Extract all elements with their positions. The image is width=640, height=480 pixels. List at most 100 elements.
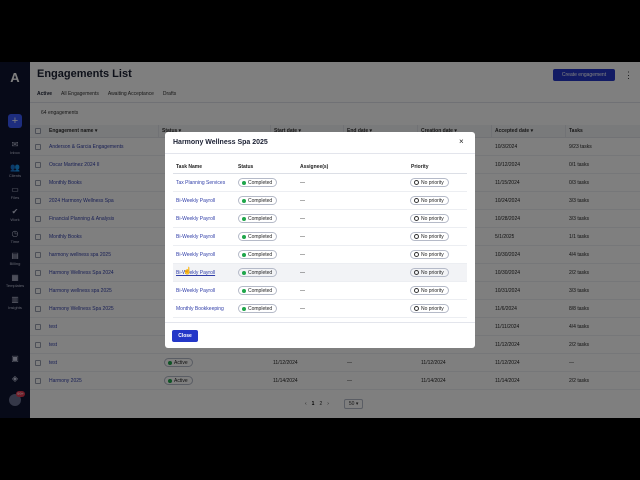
priority-label: No priority (421, 288, 444, 295)
status-label: Completed (248, 252, 273, 259)
task-assignee[interactable]: — (300, 282, 305, 300)
completed-dot-icon (242, 306, 246, 311)
status-badge[interactable]: Completed (238, 286, 278, 296)
clock-icon (414, 288, 419, 294)
status-label: Completed (248, 234, 273, 241)
task-priority: No priority (410, 192, 449, 210)
clock-icon (414, 180, 419, 186)
task-status: Completed (238, 228, 278, 246)
completed-dot-icon (242, 270, 246, 275)
status-badge[interactable]: Completed (238, 214, 278, 224)
task-assignee[interactable]: — (300, 264, 305, 282)
task-priority: No priority (410, 282, 449, 300)
priority-badge[interactable]: No priority (410, 250, 449, 260)
completed-dot-icon (242, 198, 246, 203)
priority-badge[interactable]: No priority (410, 196, 449, 206)
modal-footer-divider (165, 322, 475, 323)
mouse-pointer-icon: ☝ (183, 268, 192, 275)
close-button[interactable]: Close (172, 330, 198, 342)
priority-label: No priority (421, 270, 444, 277)
task-row[interactable]: Bi-Weekly Payroll Completed — No priority (173, 264, 467, 282)
task-assignee[interactable]: — (300, 246, 305, 264)
clock-icon (414, 216, 419, 222)
status-label: Completed (248, 270, 273, 277)
task-priority: No priority (410, 300, 449, 318)
task-priority: No priority (410, 246, 449, 264)
task-name-link[interactable]: Monthly Bookkeeping (176, 300, 224, 318)
modal-column-status: Status (238, 164, 254, 170)
priority-label: No priority (421, 198, 444, 205)
completed-dot-icon (242, 216, 246, 221)
task-status: Completed (238, 174, 278, 192)
app-window: A + ✉ Inbox 👥 Clients ▭ Files ✔ Work ◷ T… (0, 62, 640, 418)
task-row[interactable]: Monthly Bookkeeping Completed — No priority (173, 300, 467, 318)
status-label: Completed (248, 180, 273, 187)
status-badge[interactable]: Completed (238, 268, 278, 278)
modal-column-assignees: Assignee(s) (300, 164, 329, 170)
priority-badge[interactable]: No priority (410, 232, 449, 242)
modal-title: Harmony Wellness Spa 2025 (173, 139, 268, 146)
completed-dot-icon (242, 252, 246, 257)
status-label: Completed (248, 306, 273, 313)
task-priority: No priority (410, 210, 449, 228)
priority-badge[interactable]: No priority (410, 214, 449, 224)
task-status: Completed (238, 246, 278, 264)
task-row[interactable]: Tax Planning Services Completed — No priori… (173, 174, 467, 192)
priority-badge[interactable]: No priority (410, 286, 449, 296)
modal-column-task-name: Task Name (176, 164, 203, 170)
task-name-link[interactable]: Bi-Weekly Payroll (176, 228, 215, 246)
completed-dot-icon (242, 234, 246, 239)
task-priority: No priority (410, 174, 449, 192)
task-assignee[interactable]: — (300, 174, 305, 192)
task-priority: No priority (410, 228, 449, 246)
priority-badge[interactable]: No priority (410, 268, 449, 278)
priority-badge[interactable]: No priority (410, 178, 449, 188)
task-name-link[interactable]: Bi-Weekly Payroll (176, 246, 215, 264)
priority-badge[interactable]: No priority (410, 304, 449, 314)
task-name-link[interactable]: Tax Planning Services (176, 174, 225, 192)
task-assignee[interactable]: — (300, 192, 305, 210)
status-badge[interactable]: Completed (238, 196, 278, 206)
tasks-modal: Harmony Wellness Spa 2025 × Task Name St… (165, 132, 475, 348)
task-status: Completed (238, 264, 278, 282)
task-assignee[interactable]: — (300, 300, 305, 318)
task-name-link[interactable]: Bi-Weekly Payroll (176, 192, 215, 210)
task-priority: No priority (410, 264, 449, 282)
priority-label: No priority (421, 252, 444, 259)
task-status: Completed (238, 282, 278, 300)
status-badge[interactable]: Completed (238, 232, 278, 242)
task-row[interactable]: Bi-Weekly Payroll Completed — No priority (173, 210, 467, 228)
priority-label: No priority (421, 180, 444, 187)
status-label: Completed (248, 198, 273, 205)
modal-column-priority: Priority (411, 164, 429, 170)
task-name-link[interactable]: Bi-Weekly Payroll (176, 210, 215, 228)
close-icon[interactable]: × (459, 138, 464, 146)
clock-icon (414, 306, 419, 312)
task-assignee[interactable]: — (300, 228, 305, 246)
task-name-link[interactable]: Bi-Weekly Payroll (176, 264, 215, 282)
status-label: Completed (248, 216, 273, 223)
priority-label: No priority (421, 234, 444, 241)
task-status: Completed (238, 300, 278, 318)
completed-dot-icon (242, 180, 246, 185)
status-badge[interactable]: Completed (238, 304, 278, 314)
task-row[interactable]: Bi-Weekly Payroll Completed — No priority (173, 228, 467, 246)
status-badge[interactable]: Completed (238, 178, 278, 188)
modal-header-divider (165, 153, 475, 154)
priority-label: No priority (421, 216, 444, 223)
status-badge[interactable]: Completed (238, 250, 278, 260)
clock-icon (414, 198, 419, 204)
priority-label: No priority (421, 306, 444, 313)
status-label: Completed (248, 288, 273, 295)
task-row[interactable]: Bi-Weekly Payroll Completed — No priority (173, 192, 467, 210)
task-row[interactable]: Bi-Weekly Payroll Completed — No priority (173, 246, 467, 264)
task-assignee[interactable]: — (300, 210, 305, 228)
clock-icon (414, 234, 419, 240)
clock-icon (414, 270, 419, 276)
completed-dot-icon (242, 288, 246, 293)
task-status: Completed (238, 210, 278, 228)
task-row[interactable]: Bi-Weekly Payroll Completed — No priority (173, 282, 467, 300)
task-name-link[interactable]: Bi-Weekly Payroll (176, 282, 215, 300)
clock-icon (414, 252, 419, 258)
task-status: Completed (238, 192, 278, 210)
